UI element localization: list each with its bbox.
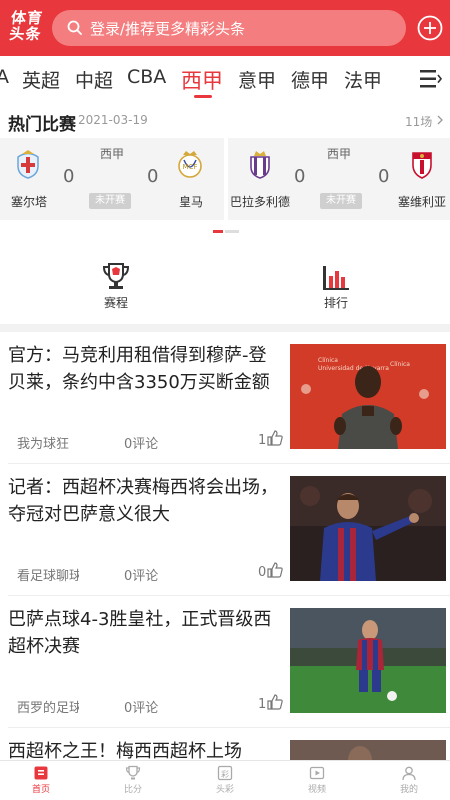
menu-icon[interactable]	[420, 69, 442, 89]
news-comments: 0评论	[124, 437, 159, 452]
news-source: 我为球狂	[17, 437, 70, 452]
svg-text:Clínica: Clínica	[318, 357, 338, 364]
news-source: 看足球聊球	[17, 569, 79, 584]
news-likes: 0	[258, 565, 267, 580]
news-comments: 0评论	[124, 569, 159, 584]
section-separator	[0, 324, 450, 332]
away-team-name: 皇马	[179, 195, 204, 209]
carousel-indicator	[213, 230, 239, 233]
news-comments: 0评论	[124, 701, 159, 716]
news-headline: 巴萨点球4-3胜皇社，正式晋级西超杯决赛	[8, 609, 272, 657]
nav-label: 头彩	[215, 785, 234, 795]
active-tab-indicator	[194, 95, 212, 98]
svg-text:Universidad de Navarra: Universidad de Navarra	[318, 365, 389, 372]
svg-text:MCF: MCF	[183, 163, 198, 171]
real-madrid-crest-icon: MCF	[178, 151, 202, 178]
hot-matches-title: 热门比赛	[8, 115, 76, 135]
home-team-name: 巴拉多利德	[230, 195, 291, 209]
add-circle-icon[interactable]	[417, 15, 443, 41]
news-source: 西罗的足球	[17, 701, 79, 716]
nav-label: 首页	[31, 785, 50, 795]
nav-profile[interactable]: 我的	[384, 765, 434, 795]
shortcut-label: 排行	[323, 296, 348, 310]
nav-label: 比分	[123, 785, 142, 795]
home-icon	[34, 766, 48, 780]
home-team-name: 塞尔塔	[11, 195, 48, 209]
nav-video[interactable]: 视频	[292, 765, 342, 795]
home-score: 0	[294, 166, 306, 187]
tab-fade	[376, 56, 416, 102]
tab-item[interactable]: 意甲	[238, 66, 276, 93]
logo-line-1: 体育	[10, 9, 44, 27]
chevron-right-icon[interactable]	[436, 115, 444, 125]
news-item[interactable]: 巴萨点球4-3胜皇社，正式晋级西超杯决赛 西罗的足球 0评论 1	[0, 596, 450, 728]
celta-crest-icon	[17, 150, 39, 179]
news-likes: 1	[258, 433, 267, 448]
app-header: 体育 头条 登录/推荐更多精彩头条	[0, 0, 450, 56]
logo-line-2: 头条	[8, 25, 43, 43]
svg-text:彩: 彩	[221, 769, 229, 779]
news-image	[290, 608, 446, 713]
tab-item[interactable]: A	[0, 66, 9, 88]
ranking-shortcut[interactable]: 排行	[306, 262, 366, 312]
news-headline: 官方：马竞利用租借得到穆萨-登贝莱，条约中含3350万买断金额	[8, 345, 270, 393]
away-team-name: 塞维利亚	[398, 195, 447, 209]
nav-label: 我的	[399, 785, 418, 795]
nav-scores[interactable]: 比分	[108, 765, 158, 795]
tab-item[interactable]: CBA	[127, 66, 166, 88]
search-placeholder: 登录/推荐更多精彩头条	[90, 20, 246, 38]
user-icon	[402, 766, 416, 781]
nav-label: 视频	[307, 785, 326, 795]
thumbs-up-icon[interactable]	[267, 430, 283, 446]
lottery-icon: 彩	[217, 765, 233, 781]
thumbs-up-icon[interactable]	[267, 562, 283, 578]
news-image	[290, 476, 446, 581]
tab-item-active[interactable]: 西甲	[181, 65, 223, 95]
news-likes: 1	[258, 697, 267, 712]
trophy-icon	[102, 263, 130, 289]
match-status-badge: 未开赛	[320, 193, 362, 209]
away-score: 0	[378, 166, 390, 187]
news-item[interactable]: 记者：西超杯决赛梅西将会出场，夺冠对巴萨意义很大 看足球聊球 0评论 0	[0, 464, 450, 596]
bar-chart-icon	[323, 266, 349, 290]
carousel-dot	[225, 230, 239, 233]
thumbs-up-icon[interactable]	[267, 694, 283, 710]
bottom-navigation: 首页 比分 彩 头彩 视频 我的	[0, 760, 450, 800]
match-status-badge: 未开赛	[89, 193, 131, 209]
news-image: Clínica Universidad de Navarra Clínica	[290, 344, 446, 449]
match-card[interactable]: 西甲 巴拉多利德 0 未开赛 0 塞维利亚	[228, 138, 450, 220]
trophy-icon	[125, 765, 141, 780]
nav-lottery[interactable]: 彩 头彩	[200, 765, 250, 795]
shortcut-label: 赛程	[103, 296, 128, 310]
news-item[interactable]: 官方：马竞利用租借得到穆萨-登贝莱，条约中含3350万买断金额 我为球狂 0评论…	[0, 332, 450, 464]
tab-item[interactable]: 德甲	[291, 66, 329, 93]
news-headline: 记者：西超杯决赛梅西将会出场，夺冠对巴萨意义很大	[8, 477, 278, 525]
hot-matches-date: 2021-03-19	[78, 113, 148, 127]
match-count[interactable]: 11场	[405, 113, 432, 130]
schedule-shortcut[interactable]: 赛程	[86, 262, 146, 312]
svg-text:Clínica: Clínica	[390, 361, 410, 368]
carousel-dot-active	[213, 230, 223, 233]
search-bar[interactable]: 登录/推荐更多精彩头条	[52, 10, 406, 46]
tab-item[interactable]: 中超	[75, 66, 113, 93]
video-icon	[309, 766, 325, 780]
nav-home[interactable]: 首页	[16, 765, 66, 795]
tab-item[interactable]: 英超	[22, 66, 60, 93]
sevilla-crest-icon	[412, 152, 432, 179]
away-score: 0	[147, 166, 159, 187]
match-card[interactable]: 西甲 塞尔塔 0 未开赛 0 MCF 皇马	[0, 138, 224, 220]
app-logo[interactable]: 体育 头条	[4, 9, 48, 46]
search-icon	[67, 20, 82, 35]
valladolid-crest-icon	[250, 151, 270, 179]
channel-tabs: A 英超 中超 CBA 西甲 意甲 德甲 法甲	[0, 56, 450, 102]
home-score: 0	[63, 166, 75, 187]
